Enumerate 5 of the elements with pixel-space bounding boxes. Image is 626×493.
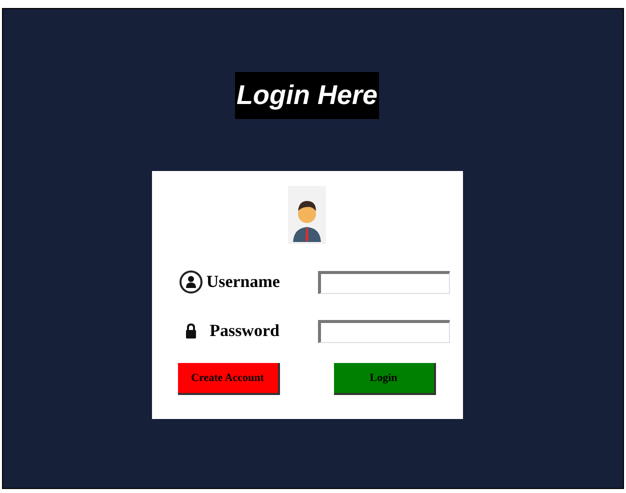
login-button[interactable]: Login bbox=[334, 363, 436, 395]
page-heading: Login Here bbox=[235, 72, 379, 119]
field-label: Username bbox=[206, 271, 281, 294]
field-label: Password bbox=[210, 320, 280, 342]
create-account-button[interactable]: Create Account bbox=[178, 363, 280, 395]
